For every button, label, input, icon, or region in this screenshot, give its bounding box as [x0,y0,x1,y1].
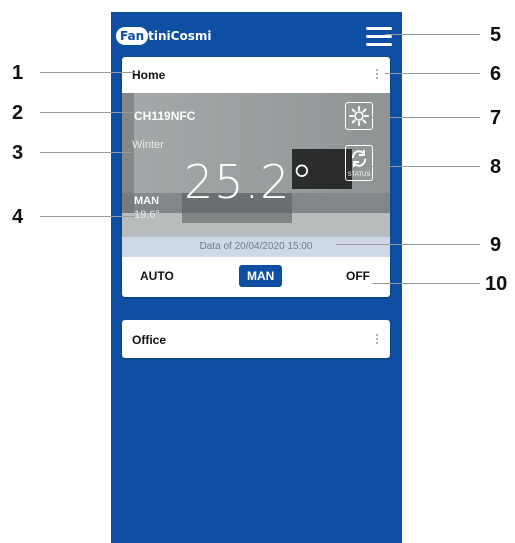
office-card[interactable]: Office [122,320,390,358]
office-title: Office [132,333,167,347]
mode-off-button[interactable]: OFF [346,269,370,283]
settings-gear-icon[interactable] [345,102,373,130]
callout-line [336,244,480,245]
status-label: STATUS [347,172,371,178]
callout-line [385,73,480,74]
mode-selector: AUTO MAN OFF [122,261,390,291]
logo-text: tiniCosmi [148,29,212,43]
callout-line [40,152,135,153]
last-update-date: Data of 20/04/2020 15:00 [122,237,390,257]
status-refresh-icon[interactable]: STATUS [345,145,373,181]
callout-number: 8 [490,156,502,178]
mode-man-button[interactable]: MAN [239,265,283,287]
logo-badge: Fan [116,27,149,45]
hamburger-menu-icon[interactable] [366,27,392,46]
mode-indicator: MAN [134,195,160,207]
home-card: Home CH119NFC Winter 25.2° MAN 19.6° STA… [122,57,390,297]
callout-number: 9 [490,234,502,256]
app-logo: Fan tiniCosmi [116,23,211,49]
callout-number: 7 [490,107,502,129]
callout-line [40,72,135,73]
callout-line [385,34,480,35]
kebab-menu-icon[interactable] [376,334,380,346]
callout-number: 4 [12,206,24,228]
callout-number: 10 [485,273,508,295]
callout-line [40,216,135,217]
callout-line [372,166,480,167]
callout-number: 5 [490,24,502,46]
callout-line [372,117,480,118]
current-temperature: 25.2° [184,155,315,209]
callout-line [372,283,480,284]
callout-number: 2 [12,102,24,124]
callout-line [40,112,135,113]
setpoint-temperature: 19.6° [134,209,160,221]
season-label: Winter [132,139,164,151]
kebab-menu-icon[interactable] [376,69,380,81]
device-name: CH119NFC [134,109,196,123]
callout-number: 1 [12,62,24,84]
callout-number: 6 [490,63,502,85]
mode-auto-button[interactable]: AUTO [140,269,174,283]
home-title: Home [132,68,166,82]
callout-number: 3 [12,142,24,164]
